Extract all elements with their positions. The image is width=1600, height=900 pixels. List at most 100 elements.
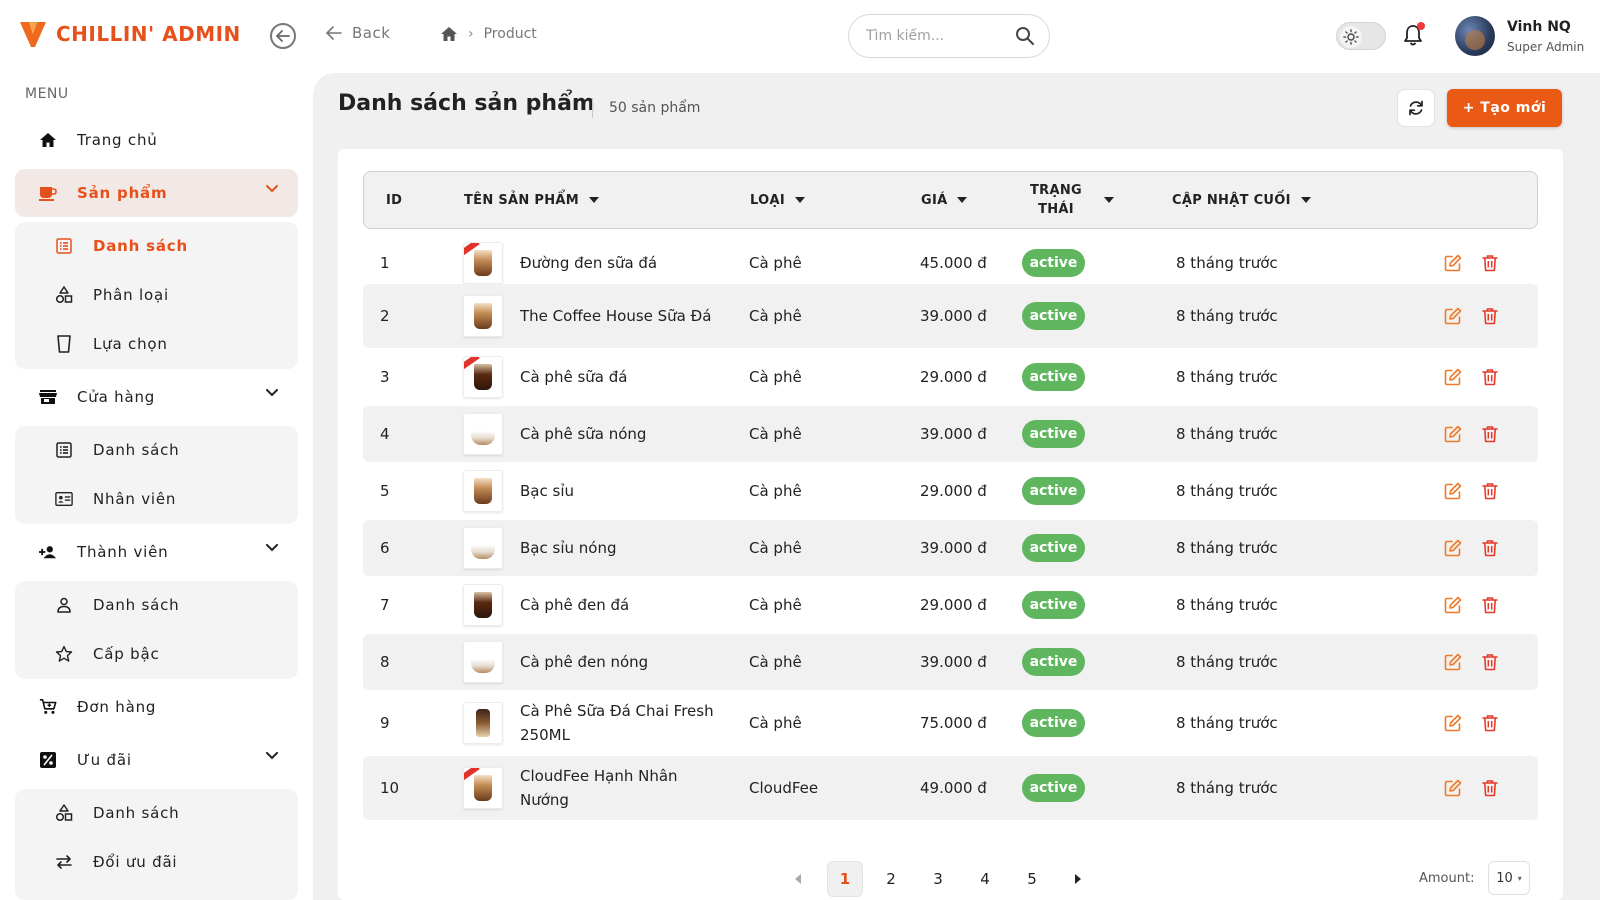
delete-button[interactable] <box>1480 538 1500 558</box>
amount-select[interactable]: 10 ▾ <box>1488 861 1530 895</box>
table-row[interactable]: 10 CloudFee Hạnh Nhân Nướng CloudFee 49.000… <box>363 756 1538 820</box>
home-icon[interactable] <box>440 26 458 42</box>
drink-image <box>471 659 495 673</box>
back-button[interactable]: Back <box>326 24 390 42</box>
cell-product-name[interactable]: Bạc sỉu <box>520 463 730 519</box>
delete-button[interactable] <box>1480 713 1500 733</box>
pagination-prev-button[interactable] <box>786 861 810 897</box>
sidebar-item-orders[interactable]: Đơn hàng <box>15 683 298 731</box>
pagination-next-button[interactable] <box>1066 861 1090 897</box>
table-row[interactable]: 1 Đường đen sữa đá Cà phê 45.000 đ active 8 t… <box>363 242 1538 284</box>
edit-button[interactable] <box>1443 367 1463 387</box>
pagination-page-4[interactable]: 4 <box>967 861 1003 897</box>
edit-button[interactable] <box>1443 306 1463 326</box>
cell-updated: 8 tháng trước <box>1176 425 1278 443</box>
column-header-status[interactable]: TRẠNG THÁI <box>1030 172 1114 228</box>
product-thumbnail[interactable] <box>463 413 503 455</box>
theme-toggle[interactable] <box>1336 22 1386 50</box>
delete-button[interactable] <box>1480 424 1500 444</box>
delete-button[interactable] <box>1480 253 1500 273</box>
sidebar-item-members[interactable]: Thành viên <box>15 528 298 576</box>
column-header-price[interactable]: GIÁ <box>921 172 968 228</box>
cell-updated: 8 tháng trước <box>1176 539 1278 557</box>
table-row[interactable]: 4 Cà phê sữa nóng Cà phê 39.000 đ active 8 th… <box>363 406 1538 462</box>
delete-button[interactable] <box>1480 595 1500 615</box>
cell-product-name[interactable]: The Coffee House Sữa Đá <box>520 284 730 348</box>
table-row[interactable]: 7 Cà phê đen đá Cà phê 29.000 đ active 8 thán… <box>363 577 1538 633</box>
sidebar-subitem-promotion-list[interactable]: Danh sách <box>15 789 298 837</box>
table-row[interactable]: 8 Cà phê đen nóng Cà phê 39.000 đ active 8 th… <box>363 634 1538 690</box>
cell-product-name[interactable]: Đường đen sữa đá <box>520 243 730 283</box>
app-logo[interactable]: CHILLIN' ADMIN <box>20 20 241 48</box>
pagination-page-3[interactable]: 3 <box>920 861 956 897</box>
avatar[interactable] <box>1455 16 1495 56</box>
product-thumbnail[interactable] <box>463 702 503 744</box>
column-header-name[interactable]: TÊN SẢN PHẨM <box>464 172 599 228</box>
product-thumbnail[interactable] <box>463 242 503 284</box>
sidebar-subitem-product-category[interactable]: Phân loại <box>15 271 298 319</box>
drink-image <box>474 303 492 329</box>
table-row[interactable]: 3 Cà phê sữa đá Cà phê 29.000 đ active 8 thán… <box>363 349 1538 405</box>
edit-button[interactable] <box>1443 538 1463 558</box>
product-thumbnail[interactable] <box>463 584 503 626</box>
sidebar-item-promotions[interactable]: Ưu đãi <box>15 736 298 784</box>
cell-id: 4 <box>380 425 390 443</box>
sidebar-collapse-button[interactable] <box>270 23 296 49</box>
edit-button[interactable] <box>1443 778 1463 798</box>
product-thumbnail[interactable] <box>463 295 503 337</box>
edit-button[interactable] <box>1443 481 1463 501</box>
search-icon[interactable] <box>1015 26 1035 46</box>
column-header-type[interactable]: LOẠI <box>750 172 805 228</box>
cell-product-name[interactable]: Cà phê sữa nóng <box>520 406 730 462</box>
delete-button[interactable] <box>1480 481 1500 501</box>
cell-product-name[interactable]: Bạc sỉu nóng <box>520 520 730 576</box>
product-thumbnail[interactable] <box>463 470 503 512</box>
delete-button[interactable] <box>1480 306 1500 326</box>
edit-button[interactable] <box>1443 253 1463 273</box>
edit-button[interactable] <box>1443 595 1463 615</box>
table-row[interactable]: 2 The Coffee House Sữa Đá Cà phê 39.000 đ ac… <box>363 284 1538 348</box>
sidebar-subitem-promotion-exchange[interactable]: Đổi ưu đãi <box>15 838 298 886</box>
cell-product-name[interactable]: CloudFee Hạnh Nhân Nướng <box>520 756 730 820</box>
sidebar-item-products[interactable]: Sản phẩm <box>15 169 298 217</box>
table-header: ID TÊN SẢN PHẨM LOẠI GIÁ TRẠNG THÁI CẬP … <box>363 171 1538 229</box>
cell-product-name[interactable]: Cà phê đen nóng <box>520 634 730 690</box>
sidebar-item-home[interactable]: Trang chủ <box>15 116 298 164</box>
edit-button[interactable] <box>1443 424 1463 444</box>
cell-updated: 8 tháng trước <box>1176 307 1278 325</box>
sidebar-item-label: Sản phẩm <box>77 184 168 202</box>
sidebar-subitem-member-rank[interactable]: Cấp bậc <box>15 630 298 678</box>
product-thumbnail[interactable] <box>463 527 503 569</box>
delete-button[interactable] <box>1480 652 1500 672</box>
table-row[interactable]: 9 Cà Phê Sữa Đá Chai Fresh 250ML Cà phê 75.… <box>363 691 1538 755</box>
edit-button[interactable] <box>1443 652 1463 672</box>
sidebar-subitem-member-list[interactable]: Danh sách <box>15 581 298 629</box>
refresh-button[interactable] <box>1397 89 1435 127</box>
cell-product-name[interactable]: Cà phê sữa đá <box>520 349 730 405</box>
sidebar-item-stores[interactable]: Cửa hàng <box>15 373 298 421</box>
theme-toggle-knob <box>1340 26 1362 48</box>
sidebar-subitem-store-staff[interactable]: Nhân viên <box>15 475 298 523</box>
product-thumbnail[interactable] <box>463 641 503 683</box>
edit-button[interactable] <box>1443 713 1463 733</box>
trash-icon <box>1482 780 1498 797</box>
sidebar-subitem-product-list[interactable]: Danh sách <box>15 222 298 270</box>
search-input[interactable] <box>866 28 1006 44</box>
pagination-page-1[interactable]: 1 <box>827 861 863 897</box>
cell-product-name[interactable]: Cà phê đen đá <box>520 577 730 633</box>
delete-button[interactable] <box>1480 778 1500 798</box>
table-row[interactable]: 6 Bạc sỉu nóng Cà phê 39.000 đ active 8 tháng… <box>363 520 1538 576</box>
table-row[interactable]: 5 Bạc sỉu Cà phê 29.000 đ active 8 tháng trướ… <box>363 463 1538 519</box>
cell-product-name[interactable]: Cà Phê Sữa Đá Chai Fresh 250ML <box>520 691 730 755</box>
pagination-page-5[interactable]: 5 <box>1014 861 1050 897</box>
search-box[interactable] <box>848 14 1050 58</box>
notifications-button[interactable] <box>1403 22 1425 50</box>
sidebar-subitem-store-list[interactable]: Danh sách <box>15 426 298 474</box>
delete-button[interactable] <box>1480 367 1500 387</box>
column-header-updated[interactable]: CẬP NHẬT CUỐI <box>1172 172 1311 228</box>
create-new-button[interactable]: + Tạo mới <box>1447 89 1562 127</box>
pagination-page-2[interactable]: 2 <box>873 861 909 897</box>
product-thumbnail[interactable] <box>463 356 503 398</box>
sidebar-subitem-product-option[interactable]: Lựa chọn <box>15 320 298 368</box>
product-thumbnail[interactable] <box>463 767 503 809</box>
